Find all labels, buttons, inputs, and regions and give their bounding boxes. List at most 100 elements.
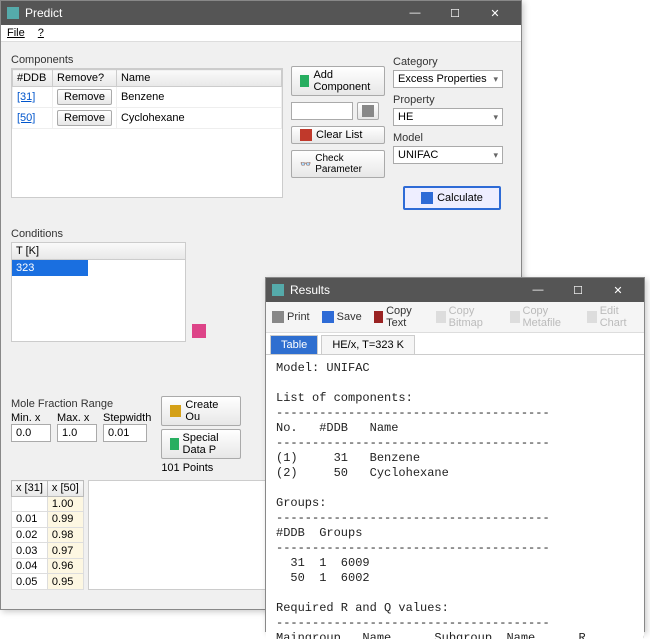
xh2: x [50] xyxy=(47,481,83,497)
x-table[interactable]: x [31]x [50] 0.001.00 0.010.99 0.020.98 … xyxy=(11,480,84,590)
window-title: Predict xyxy=(25,6,395,20)
window-title: Results xyxy=(290,283,518,297)
x-cell[interactable]: 0.98 xyxy=(47,527,83,543)
x-cell[interactable]: 0.97 xyxy=(47,543,83,559)
remove-button[interactable]: Remove xyxy=(57,110,112,126)
results-text: Model: UNIFAC List of components: ------… xyxy=(266,355,644,639)
chevron-down-icon: ▾ xyxy=(493,150,498,161)
special-data-button[interactable]: Special Data P xyxy=(161,429,241,459)
components-label: Components xyxy=(11,54,283,66)
th-name: Name xyxy=(116,70,281,87)
calculate-button[interactable]: Calculate xyxy=(403,186,501,210)
add-component-button[interactable]: Add Component xyxy=(291,66,385,96)
step-input[interactable] xyxy=(103,424,147,442)
tab-plot[interactable]: HE/x, T=323 K xyxy=(321,335,415,354)
property-value: HE xyxy=(398,111,413,123)
x-cell[interactable]: 0.05 xyxy=(12,574,48,590)
components-table: #DDB Remove? Name [31] Remove Benzene [5… xyxy=(12,69,282,129)
copymeta-button: Copy Metafile xyxy=(510,305,575,329)
maxx-label: Max. x xyxy=(57,412,97,424)
add-component-label: Add Component xyxy=(313,69,376,93)
conditions-header: T [K] xyxy=(12,243,185,260)
results-window: Results — ☐ ✕ Print Save Copy Text Copy … xyxy=(265,277,645,632)
app-icon xyxy=(272,284,284,296)
category-dropdown[interactable]: Excess Properties▾ xyxy=(393,70,503,88)
property-label: Property xyxy=(393,94,511,106)
step-label: Stepwidth xyxy=(103,412,151,424)
minimize-button[interactable]: — xyxy=(395,1,435,25)
x-cell[interactable]: 0.02 xyxy=(12,527,48,543)
th-remove: Remove? xyxy=(53,70,117,87)
xh1: x [31] xyxy=(12,481,48,497)
x-cell[interactable]: 1.00 xyxy=(47,496,83,512)
conditions-label: Conditions xyxy=(11,228,511,240)
predict-titlebar[interactable]: Predict — ☐ ✕ xyxy=(1,1,521,25)
remove-button[interactable]: Remove xyxy=(57,89,112,105)
conditions-table[interactable]: T [K] 323 xyxy=(11,242,186,342)
copy-icon xyxy=(510,311,519,323)
menu-file[interactable]: File xyxy=(7,27,25,39)
minx-label: Min. x xyxy=(11,412,51,424)
x-cell[interactable]: 0.03 xyxy=(12,543,48,559)
editchart-button: Edit Chart xyxy=(587,305,638,329)
maximize-button[interactable]: ☐ xyxy=(558,278,598,302)
clear-list-button[interactable]: Clear List xyxy=(291,126,385,144)
model-dropdown[interactable]: UNIFAC ▾ xyxy=(393,146,503,164)
minimize-button[interactable]: — xyxy=(518,278,558,302)
ddb-link[interactable]: [50] xyxy=(17,112,35,124)
close-button[interactable]: ✕ xyxy=(598,278,638,302)
gear-icon xyxy=(170,405,181,417)
minx-input[interactable] xyxy=(11,424,51,442)
edit-icon[interactable] xyxy=(192,324,206,338)
copybitmap-button: Copy Bitmap xyxy=(436,305,498,329)
save-button[interactable]: Save xyxy=(322,311,362,323)
copy-icon xyxy=(436,311,445,323)
maxx-input[interactable] xyxy=(57,424,97,442)
component-name: Cyclohexane xyxy=(116,108,281,129)
results-text-area[interactable]: Model: UNIFAC List of components: ------… xyxy=(266,355,644,639)
copy-icon xyxy=(374,311,383,323)
maximize-button[interactable]: ☐ xyxy=(435,1,475,25)
check-parameter-button[interactable]: 👓 Check Parameter xyxy=(291,150,385,178)
property-dropdown[interactable]: HE▾ xyxy=(393,108,503,126)
mole-fraction-label: Mole Fraction Range xyxy=(11,398,151,410)
ddb-link[interactable]: [31] xyxy=(17,91,35,103)
print-button[interactable]: Print xyxy=(272,311,310,323)
print-icon xyxy=(272,311,284,323)
component-picker-button[interactable] xyxy=(357,102,379,120)
list-icon xyxy=(362,105,374,117)
th-ddb: #DDB xyxy=(13,70,53,87)
results-tabs: Table HE/x, T=323 K xyxy=(266,333,644,355)
x-cell[interactable]: 0.00 xyxy=(12,496,48,512)
table-row: [31] Remove Benzene xyxy=(13,87,282,108)
copytext-button[interactable]: Copy Text xyxy=(374,305,425,329)
clear-icon xyxy=(300,129,312,141)
glasses-icon: 👓 xyxy=(300,159,311,170)
x-cell[interactable]: 0.04 xyxy=(12,558,48,574)
category-label: Category xyxy=(393,56,511,68)
results-titlebar[interactable]: Results — ☐ ✕ xyxy=(266,278,644,302)
x-cell[interactable]: 0.95 xyxy=(47,574,83,590)
create-output-button[interactable]: Create Ou xyxy=(161,396,241,426)
x-cell[interactable]: 0.96 xyxy=(47,558,83,574)
model-value: UNIFAC xyxy=(398,149,438,161)
x-cell[interactable]: 0.01 xyxy=(12,512,48,528)
menu-help[interactable]: ? xyxy=(38,27,44,39)
create-output-label: Create Ou xyxy=(185,399,232,423)
conditions-value[interactable]: 323 xyxy=(12,260,88,276)
model-label: Model xyxy=(393,132,511,144)
points-label: 101 Points xyxy=(161,462,241,474)
table-icon xyxy=(170,438,178,450)
table-row: [50] Remove Cyclohexane xyxy=(13,108,282,129)
chevron-down-icon: ▾ xyxy=(493,74,498,85)
component-input[interactable] xyxy=(291,102,353,120)
results-toolbar: Print Save Copy Text Copy Bitmap Copy Me… xyxy=(266,302,644,333)
close-button[interactable]: ✕ xyxy=(475,1,515,25)
x-cell[interactable]: 0.99 xyxy=(47,512,83,528)
calculate-label: Calculate xyxy=(437,192,483,204)
component-name: Benzene xyxy=(116,87,281,108)
calculate-icon xyxy=(421,192,433,204)
check-parameter-label: Check Parameter xyxy=(315,153,376,175)
tab-table[interactable]: Table xyxy=(270,335,318,354)
chart-icon xyxy=(587,311,596,323)
